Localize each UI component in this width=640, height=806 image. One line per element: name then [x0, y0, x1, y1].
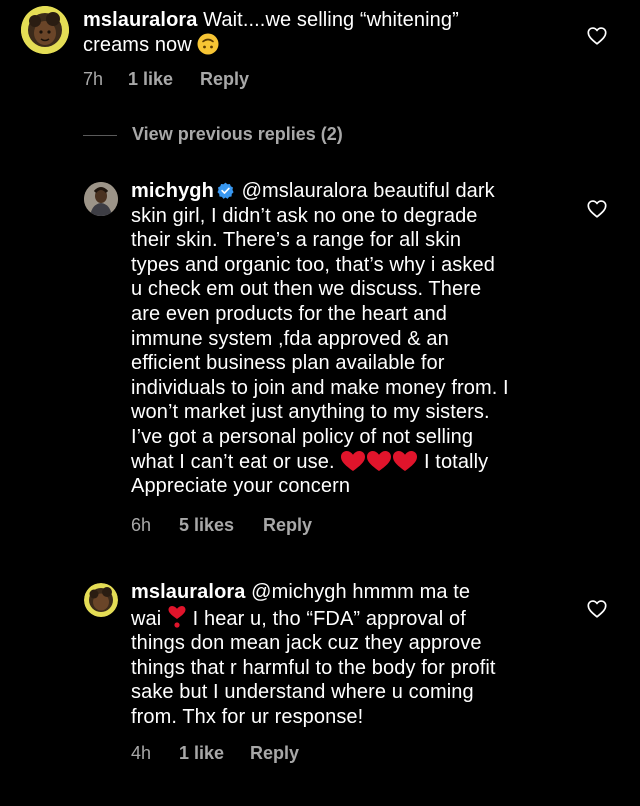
- avatar[interactable]: [84, 583, 118, 617]
- comment-mslauralora-1: mslauralora Wait....we selling “whitenin…: [0, 0, 640, 110]
- avatar-image: [21, 6, 69, 54]
- comment-line: Wait....we selling “whitening”: [203, 9, 459, 31]
- avatar[interactable]: [84, 182, 118, 216]
- avatar-image: [84, 583, 118, 617]
- upside-down-face-emoji: [197, 33, 219, 55]
- comment-line: I hear u, tho “FDA” approval of: [192, 607, 466, 630]
- comment-line: from. Thx for ur response!: [131, 705, 364, 728]
- comment-line: Appreciate your concern: [131, 475, 351, 498]
- like-heart-icon[interactable]: [586, 25, 608, 47]
- reply-button[interactable]: Reply: [250, 743, 299, 764]
- likes-count[interactable]: 5 likes: [179, 515, 234, 536]
- comment-mslauralora-2: mslauralora @michygh hmmm ma te wai I he…: [0, 570, 640, 806]
- red-heart-emoji: [341, 450, 366, 471]
- comment-line: beautiful dark: [373, 180, 495, 202]
- comment-line: I’ve got a personal policy of not sellin…: [131, 425, 474, 448]
- comment-line: immune system ,fda approved & an: [131, 327, 449, 350]
- divider-line: [83, 135, 117, 136]
- mention-link[interactable]: @mslauralora: [242, 180, 368, 202]
- like-heart-icon[interactable]: [586, 598, 608, 620]
- avatar[interactable]: [21, 6, 69, 54]
- reply-button[interactable]: Reply: [263, 515, 312, 536]
- comment-meta: 7h 1 like Reply: [83, 69, 343, 91]
- comment-line: won’t market just anything to my sisters…: [131, 401, 490, 424]
- heart-exclamation-emoji: [168, 605, 186, 628]
- timestamp: 6h: [131, 515, 152, 535]
- view-previous-replies-label[interactable]: View previous replies (2): [132, 124, 343, 145]
- like-heart-icon[interactable]: [586, 198, 608, 220]
- comment-text: michygh @mslauralora beautiful dark skin…: [131, 179, 631, 499]
- comment-line: sake but I understand where u coming: [131, 681, 474, 704]
- red-heart-emoji: [393, 450, 418, 471]
- comment-line: individuals to join and make money from.…: [131, 376, 509, 399]
- verified-badge-icon: [217, 182, 234, 199]
- comment-line: what I can’t eat or use.: [131, 450, 335, 473]
- timestamp: 4h: [131, 743, 152, 763]
- comment-meta: 6h 5 likes Reply: [131, 515, 391, 537]
- comment-line: types and organic too, that’s why i aske…: [131, 253, 495, 276]
- comment-text: mslauralora @michygh hmmm ma te wai I he…: [131, 580, 631, 730]
- likes-count[interactable]: 1 like: [179, 743, 224, 764]
- username[interactable]: michygh: [131, 180, 214, 202]
- comment-line: are even products for the heart and: [131, 302, 447, 325]
- comment-michygh: michygh @mslauralora beautiful dark skin…: [0, 170, 640, 550]
- red-heart-emoji: [367, 450, 392, 471]
- username[interactable]: mslauralora: [131, 581, 246, 603]
- username[interactable]: mslauralora: [83, 9, 198, 31]
- comment-line: efficient business plan available for: [131, 352, 445, 375]
- comment-line: things that r harmful to the body for pr…: [131, 656, 496, 679]
- comment-line: hmmm ma te: [352, 581, 471, 603]
- comment-line: u check em out then we discuss. There: [131, 278, 482, 301]
- comment-meta: 4h 1 like Reply: [131, 743, 391, 765]
- mention-link[interactable]: @michygh: [251, 581, 347, 603]
- likes-count[interactable]: 1 like: [128, 69, 173, 90]
- comment-line: wai: [131, 607, 162, 630]
- comment-line: skin girl, I didn’t ask no one to degrad…: [131, 204, 478, 227]
- avatar-image: [84, 182, 118, 216]
- comment-line: I totally: [423, 450, 489, 473]
- reply-button[interactable]: Reply: [200, 69, 249, 90]
- comment-line: creams now: [83, 33, 192, 56]
- comment-text: mslauralora Wait....we selling “whitenin…: [83, 8, 583, 57]
- timestamp: 7h: [83, 69, 104, 89]
- comment-line: things don mean jack cuz they approve: [131, 632, 482, 655]
- comment-line: their skin. There’s a range for all skin: [131, 229, 462, 252]
